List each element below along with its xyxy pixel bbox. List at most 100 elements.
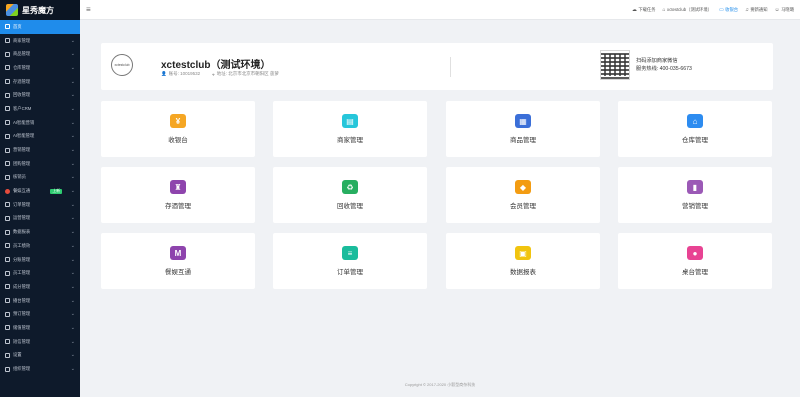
module-tile[interactable]: ♜ 存酒管理 bbox=[101, 167, 255, 223]
sidebar-item[interactable]: 成分管理 ⌄ bbox=[0, 280, 80, 294]
sidebar-item-label: 首页 bbox=[13, 23, 22, 29]
sidebar-item[interactable]: 短信管理 ⌄ bbox=[0, 335, 80, 349]
sidebar-item[interactable]: 团购管理 ⌄ bbox=[0, 157, 80, 171]
sidebar-item[interactable]: 营销管理 ⌄ bbox=[0, 143, 80, 157]
sidebar-item[interactable]: 仓库管理 ⌄ bbox=[0, 61, 80, 75]
sidebar-item[interactable]: AI智能管理 ⌄ bbox=[0, 130, 80, 144]
contact-info: 扫码添加商家微信 服务热线: 400-035-6673 bbox=[636, 57, 692, 74]
module-tile[interactable]: ▣ 数据报表 bbox=[446, 233, 600, 289]
chevron-down-icon: ⌄ bbox=[70, 366, 75, 373]
wechat-qr-code bbox=[600, 50, 630, 80]
menu-item-icon bbox=[5, 352, 10, 358]
store-info-card: xctestclub xctestclub（测试环境） 👤 账号: 1001953… bbox=[101, 43, 773, 90]
module-tile[interactable]: ≡ 订单管理 bbox=[273, 233, 427, 289]
module-tile-label: 桌台管理 bbox=[682, 269, 708, 276]
report-icon: ▣ bbox=[515, 246, 531, 260]
module-tile[interactable]: ♻ 回收管理 bbox=[273, 167, 427, 223]
chevron-down-icon: ⌄ bbox=[70, 119, 75, 126]
sidebar-item[interactable]: 商品管理 ⌄ bbox=[0, 47, 80, 61]
table-icon: ● bbox=[687, 246, 703, 260]
module-tile[interactable]: M 餐娱互通 bbox=[101, 233, 255, 289]
module-tile[interactable]: ¥ 收银台 bbox=[101, 101, 255, 157]
sidebar-item[interactable]: 回收管理 ⌄ bbox=[0, 88, 80, 102]
module-tile[interactable]: ⌂ 仓库管理 bbox=[618, 101, 772, 157]
user-name: 马晓璐 bbox=[781, 6, 794, 12]
chevron-down-icon: ⌄ bbox=[70, 78, 75, 85]
notification-link[interactable]: ♫ 要新通知 bbox=[745, 7, 767, 13]
sidebar-item[interactable]: 数据报表 ⌄ bbox=[0, 225, 80, 239]
store-meta: 👤 账号: 10019532 ⌖ 地址: 北京市北京市朝阳区 菠萝 bbox=[161, 71, 279, 77]
sidebar-item[interactable]: 员工绩效 ⌄ bbox=[0, 239, 80, 253]
menu-item-icon bbox=[5, 79, 10, 85]
module-tile-label: 收银台 bbox=[168, 137, 188, 144]
vertical-divider bbox=[450, 57, 451, 77]
cashier-link[interactable]: ▭ 收银台 bbox=[719, 7, 738, 13]
menu-item-icon bbox=[5, 325, 10, 331]
sidebar-item[interactable]: 组织管理 ⌄ bbox=[0, 362, 80, 376]
menu-item-icon bbox=[5, 65, 10, 71]
sidebar-item[interactable]: 首页 bbox=[0, 20, 80, 34]
new-badge: 上新 bbox=[50, 188, 62, 194]
sidebar-item[interactable]: 餐娱互通 上新 ⌄ bbox=[0, 184, 80, 198]
goods-icon: ▦ bbox=[515, 114, 531, 128]
user-menu[interactable]: ☺ 马晓璐 bbox=[775, 7, 795, 13]
chevron-down-icon: ⌄ bbox=[70, 297, 75, 304]
sidebar-item-label: 餐娱互通 bbox=[13, 188, 31, 194]
menu-item-icon bbox=[5, 174, 10, 180]
module-tile[interactable]: ● 桌台管理 bbox=[618, 233, 772, 289]
recycle-icon: ♻ bbox=[342, 180, 358, 194]
sidebar-item[interactable]: 订单管理 ⌄ bbox=[0, 198, 80, 212]
cashier-label: 收银台 bbox=[725, 6, 739, 12]
chevron-down-icon: ⌄ bbox=[70, 92, 75, 99]
menu-item-icon bbox=[5, 366, 10, 372]
account-switch[interactable]: ⌂ xctestclub（测试环境） bbox=[663, 7, 712, 13]
sidebar: 星秀魔方 首页 商家管理 ⌄ 商品管理 ⌄ 仓库管理 ⌄ 存酒管理 ⌄ 回收管理 ⌄ 客户CRM ⌄ AI… bbox=[0, 0, 80, 397]
menu-item-icon bbox=[5, 284, 10, 290]
address-meta: ⌖ 地址: 北京市北京市朝阳区 菠萝 bbox=[212, 71, 279, 77]
module-tile[interactable]: ▤ 商家管理 bbox=[273, 101, 427, 157]
scan-text: 扫码添加商家微信 bbox=[636, 58, 678, 64]
chevron-down-icon: ⌄ bbox=[70, 133, 75, 140]
sidebar-item[interactable]: 储值管理 ⌄ bbox=[0, 321, 80, 335]
brand-name: 星秀魔方 bbox=[22, 5, 54, 15]
sidebar-menu: 首页商家管理 ⌄ 商品管理 ⌄ 仓库管理 ⌄ 存酒管理 ⌄ 回收管理 ⌄ 客户CRM ⌄ AI智能营销 ⌄… bbox=[0, 20, 80, 376]
menu-item-icon bbox=[5, 202, 10, 208]
module-tile-label: 存酒管理 bbox=[165, 203, 191, 210]
account-value: 账号: 10019532 bbox=[168, 71, 201, 76]
sidebar-item[interactable]: 预订管理 ⌄ bbox=[0, 307, 80, 321]
chevron-down-icon: ⌄ bbox=[70, 338, 75, 345]
brand[interactable]: 星秀魔方 bbox=[0, 0, 80, 20]
download-task[interactable]: ☁ 下载任务 bbox=[632, 7, 656, 13]
menu-item-icon bbox=[5, 38, 10, 44]
app-root: 星秀魔方 首页 商家管理 ⌄ 商品管理 ⌄ 仓库管理 ⌄ 存酒管理 ⌄ 回收管理 ⌄ 客户CRM ⌄ AI… bbox=[0, 0, 800, 397]
sidebar-item[interactable]: 播台管理 ⌄ bbox=[0, 294, 80, 308]
dining-icon: M bbox=[170, 246, 186, 260]
chevron-down-icon: ⌄ bbox=[70, 352, 75, 359]
module-tile-label: 数据报表 bbox=[510, 269, 536, 276]
sidebar-item[interactable]: AI智能营销 ⌄ bbox=[0, 116, 80, 130]
sidebar-item[interactable]: 核销员 ⌄ bbox=[0, 171, 80, 185]
store-name: xctestclub（测试环境） bbox=[161, 60, 271, 71]
sidebar-item[interactable]: 员工管理 ⌄ bbox=[0, 266, 80, 280]
sidebar-item[interactable]: 设置 ⌄ bbox=[0, 349, 80, 363]
module-tile[interactable]: ▮ 营销管理 bbox=[618, 167, 772, 223]
menu-item-icon bbox=[5, 257, 10, 263]
store-icon: ▤ bbox=[342, 114, 358, 128]
store-avatar: xctestclub bbox=[111, 54, 133, 76]
menu-toggle-icon[interactable]: ≡ bbox=[86, 5, 91, 14]
chevron-down-icon: ⌄ bbox=[70, 201, 75, 208]
warehouse-icon: ⌂ bbox=[687, 114, 703, 128]
sidebar-item[interactable]: 分账管理 ⌄ bbox=[0, 253, 80, 267]
sidebar-item[interactable]: 运营管理 ⌄ bbox=[0, 212, 80, 226]
chevron-down-icon: ⌄ bbox=[70, 283, 75, 290]
sidebar-item[interactable]: 客户CRM ⌄ bbox=[0, 102, 80, 116]
module-tile[interactable]: ▦ 商品管理 bbox=[446, 101, 600, 157]
menu-item-icon bbox=[5, 339, 10, 345]
sidebar-item[interactable]: 商家管理 ⌄ bbox=[0, 34, 80, 48]
module-tile[interactable]: ◆ 会员管理 bbox=[446, 167, 600, 223]
menu-item-icon bbox=[5, 311, 10, 317]
menu-item-icon bbox=[5, 161, 10, 167]
person-icon: 👤 bbox=[161, 71, 167, 76]
user-icon: ☺ bbox=[774, 6, 780, 13]
sidebar-item[interactable]: 存酒管理 ⌄ bbox=[0, 75, 80, 89]
